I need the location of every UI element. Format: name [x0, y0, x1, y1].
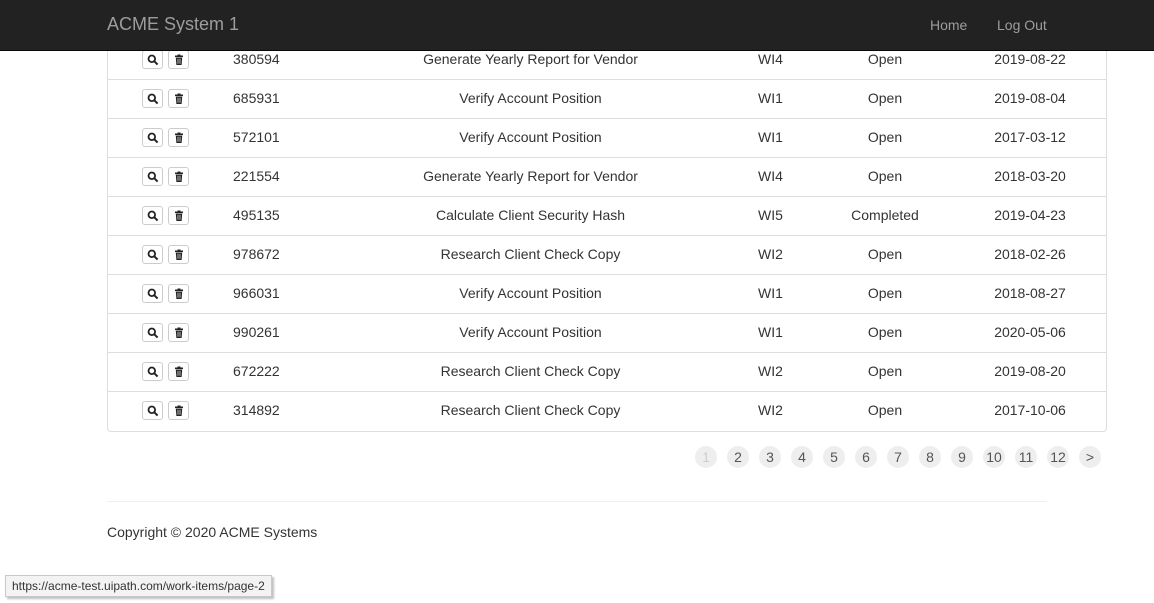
item-status: Completed	[851, 207, 919, 223]
item-date: 2020-05-06	[994, 324, 1066, 340]
view-item-button[interactable]	[142, 50, 163, 69]
pagination-page-10[interactable]: 10	[983, 446, 1005, 468]
item-type: WI5	[758, 207, 783, 223]
item-type: WI2	[758, 246, 783, 262]
item-id: 221554	[233, 168, 280, 184]
item-status: Open	[867, 285, 903, 301]
item-description: Research Client Check Copy	[440, 363, 621, 379]
item-date: 2019-08-20	[994, 363, 1066, 379]
item-type: WI2	[758, 363, 783, 379]
delete-item-button[interactable]	[168, 284, 189, 303]
item-date: 2019-08-04	[994, 90, 1066, 106]
pagination-page-12[interactable]: 12	[1047, 446, 1069, 468]
item-id: 495135	[233, 207, 280, 223]
nav-logout-link[interactable]: Log Out	[997, 17, 1047, 33]
table-row: 966031 Verify Account Position WI1 Open 2018…	[108, 274, 1106, 314]
delete-item-button[interactable]	[168, 362, 189, 381]
item-id: 978672	[233, 246, 280, 262]
item-status: Open	[867, 168, 903, 184]
delete-item-button[interactable]	[168, 401, 189, 420]
item-date: 2018-02-26	[994, 246, 1066, 262]
item-id: 966031	[233, 285, 280, 301]
item-description: Generate Yearly Report for Vendor	[423, 168, 638, 184]
table-row: 572101 Verify Account Position WI1 Open 2017…	[108, 118, 1106, 158]
view-item-button[interactable]	[142, 167, 163, 186]
table-row: 314892 Research Client Check Copy WI2 Open 2…	[108, 391, 1106, 430]
item-id: 685931	[233, 90, 280, 106]
view-item-button[interactable]	[142, 284, 163, 303]
table-row: 978672 Research Client Check Copy WI2 Open 2…	[108, 235, 1106, 275]
footer-divider	[107, 501, 1047, 502]
delete-item-button[interactable]	[168, 50, 189, 69]
item-date: 2017-10-06	[994, 402, 1066, 418]
delete-item-button[interactable]	[168, 128, 189, 147]
item-description: Verify Account Position	[459, 324, 602, 340]
top-navbar: ACME System 1 Home Log Out	[0, 0, 1154, 51]
nav-home-link[interactable]: Home	[930, 17, 967, 33]
item-description: Verify Account Position	[459, 90, 602, 106]
item-status: Open	[867, 324, 903, 340]
delete-item-button[interactable]	[168, 206, 189, 225]
item-status: Open	[867, 363, 903, 379]
item-description: Verify Account Position	[459, 129, 602, 145]
view-item-button[interactable]	[142, 362, 163, 381]
view-item-button[interactable]	[142, 89, 163, 108]
item-id: 990261	[233, 324, 280, 340]
item-type: WI4	[758, 168, 783, 184]
table-row: 495135 Calculate Client Security Hash WI5 C…	[108, 196, 1106, 236]
footer-copyright: Copyright © 2020 ACME Systems	[107, 524, 318, 540]
pagination-page-8[interactable]: 8	[919, 446, 941, 468]
item-type: WI1	[758, 324, 783, 340]
item-status: Open	[867, 129, 903, 145]
item-id: 314892	[233, 402, 280, 418]
view-item-button[interactable]	[142, 401, 163, 420]
view-item-button[interactable]	[142, 323, 163, 342]
item-id: 672222	[233, 363, 280, 379]
item-type: WI1	[758, 285, 783, 301]
item-date: 2018-03-20	[994, 168, 1066, 184]
item-type: WI1	[758, 129, 783, 145]
item-description: Verify Account Position	[459, 285, 602, 301]
view-item-button[interactable]	[142, 206, 163, 225]
pagination-page-6[interactable]: 6	[855, 446, 877, 468]
pagination-page-5[interactable]: 5	[823, 446, 845, 468]
pagination-page-3[interactable]: 3	[759, 446, 781, 468]
item-id: 572101	[233, 129, 280, 145]
browser-status-url: https://acme-test.uipath.com/work-items/…	[5, 575, 272, 597]
work-items-table: 380594 Generate Yearly Report for Vendor W…	[107, 40, 1107, 432]
item-type: WI1	[758, 90, 783, 106]
pagination-page-2[interactable]: 2	[727, 446, 749, 468]
item-status: Open	[867, 90, 903, 106]
delete-item-button[interactable]	[168, 323, 189, 342]
item-status: Open	[867, 246, 903, 262]
item-description: Calculate Client Security Hash	[435, 207, 626, 223]
item-date: 2018-08-27	[994, 285, 1066, 301]
delete-item-button[interactable]	[168, 167, 189, 186]
item-description: Research Client Check Copy	[440, 246, 621, 262]
item-description: Research Client Check Copy	[440, 402, 621, 418]
view-item-button[interactable]	[142, 128, 163, 147]
item-date: 2017-03-12	[994, 129, 1066, 145]
pagination-page-1[interactable]: 1	[695, 446, 717, 468]
item-type: WI2	[758, 402, 783, 418]
app-brand[interactable]: ACME System 1	[107, 14, 239, 35]
table-row: 221554 Generate Yearly Report for Vendor W…	[108, 157, 1106, 197]
pagination-page-4[interactable]: 4	[791, 446, 813, 468]
pagination-page-7[interactable]: 7	[887, 446, 909, 468]
pagination-page-9[interactable]: 9	[951, 446, 973, 468]
table-row: 990261 Verify Account Position WI1 Open 2020…	[108, 313, 1106, 353]
delete-item-button[interactable]	[168, 89, 189, 108]
table-row: 672222 Research Client Check Copy WI2 Open 2…	[108, 352, 1106, 392]
pagination-page-11[interactable]: 11	[1015, 446, 1037, 468]
delete-item-button[interactable]	[168, 245, 189, 264]
view-item-button[interactable]	[142, 245, 163, 264]
table-row: 685931 Verify Account Position WI1 Open 2019…	[108, 79, 1106, 119]
pagination-next-button[interactable]: >	[1079, 446, 1101, 468]
item-status: Open	[867, 402, 903, 418]
item-date: 2019-04-23	[994, 207, 1066, 223]
